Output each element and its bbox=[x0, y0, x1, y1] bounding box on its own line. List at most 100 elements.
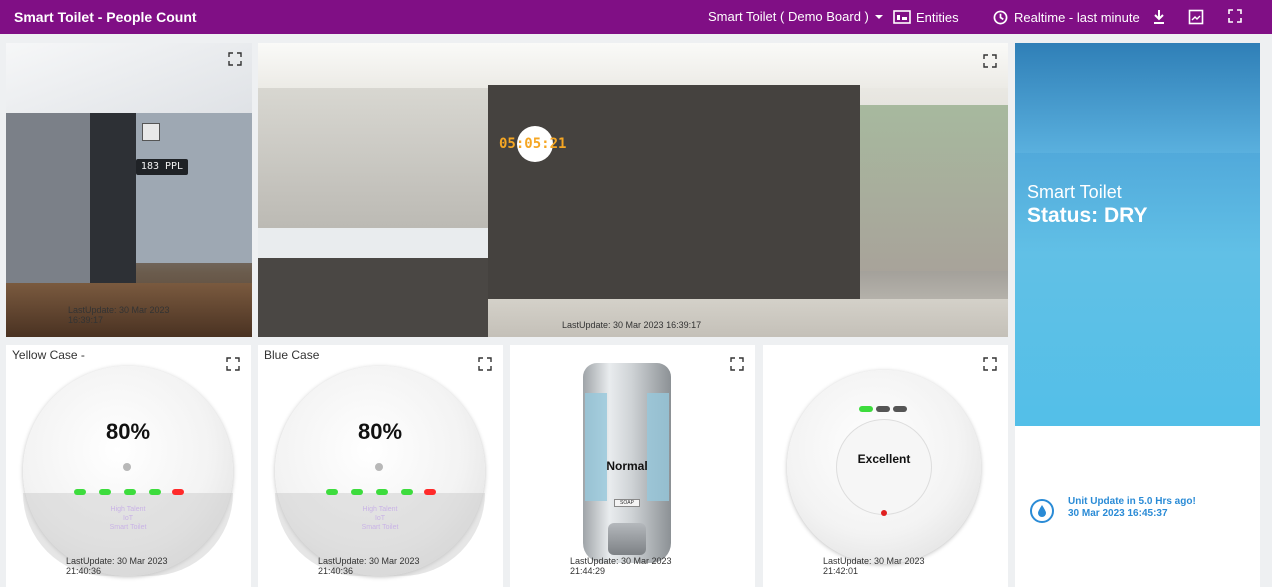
soap-last-update-time: 21:44:29 bbox=[570, 566, 606, 576]
air-last-update-time: 21:42:01 bbox=[823, 566, 859, 576]
expand-icon[interactable] bbox=[228, 52, 242, 66]
timewindow-label: Realtime - last minute bbox=[1014, 9, 1140, 25]
ceiling bbox=[258, 43, 1008, 88]
air-led-red bbox=[881, 510, 887, 516]
entities-label: Entities bbox=[916, 9, 959, 25]
blue-case-percent: 80% bbox=[358, 419, 403, 444]
led-green-4 bbox=[401, 489, 413, 495]
led-red bbox=[172, 489, 184, 495]
soap-level-left bbox=[585, 393, 607, 501]
brand-line-1: High Talent bbox=[362, 506, 398, 513]
brand-line-1: High Talent bbox=[110, 506, 146, 513]
ceiling-area bbox=[6, 43, 252, 113]
caret-down-icon bbox=[874, 14, 883, 19]
air-quality-widget: Excellent LastUpdate: 30 Mar 2023 21:42:… bbox=[763, 345, 1008, 587]
download-button[interactable] bbox=[1152, 9, 1166, 25]
blue-case-label: Blue Case bbox=[264, 348, 320, 362]
blue-case-last-update: LastUpdate: 30 Mar 2023 21:40:36 bbox=[318, 556, 420, 576]
water-drop-icon bbox=[1030, 499, 1054, 523]
blue-case-widget: Blue Case 80% High Talent IoT Smart Toil… bbox=[258, 345, 503, 587]
mirror-wall bbox=[258, 88, 488, 228]
air-sensor-center bbox=[836, 419, 932, 515]
clock-icon bbox=[991, 9, 1009, 25]
toilet-status-widget: Smart Toilet Status: DRY Unit Update in … bbox=[1015, 43, 1260, 587]
led-green-2 bbox=[99, 489, 111, 495]
air-last-update: LastUpdate: 30 Mar 2023 21:42:01 bbox=[823, 556, 925, 576]
status-value: Status: DRY bbox=[1027, 204, 1148, 227]
entities-icon bbox=[893, 9, 911, 25]
water-background bbox=[1015, 43, 1260, 426]
soap-push-button bbox=[608, 523, 646, 555]
expand-icon[interactable] bbox=[226, 357, 240, 371]
entrance-last-update-time: 16:39:17 bbox=[68, 315, 104, 325]
people-counter-display: 183 PPL bbox=[136, 159, 188, 175]
air-led-dark-1 bbox=[876, 406, 890, 412]
download-icon bbox=[1154, 10, 1164, 24]
restroom-clock: 05:05:21 bbox=[499, 136, 567, 152]
brand-line-2: IoT bbox=[374, 515, 386, 522]
soap-level-right bbox=[647, 393, 669, 501]
unit-update-info: Unit Update in 5.0 Hrs ago! 30 Mar 2023 … bbox=[1068, 496, 1196, 520]
entities-button[interactable]: Entities bbox=[893, 9, 959, 25]
status-title: Smart Toilet bbox=[1027, 182, 1122, 202]
led-red bbox=[424, 489, 436, 495]
restroom-sign-icon bbox=[142, 123, 160, 141]
water-ripple bbox=[1015, 43, 1260, 153]
entrance-last-update: LastUpdate: 30 Mar 2023 16:39:17 bbox=[68, 305, 170, 325]
yellow-case-percent: 80% bbox=[106, 419, 151, 444]
sensor-dot bbox=[123, 463, 131, 471]
led-green-1 bbox=[326, 489, 338, 495]
led-green-3 bbox=[124, 489, 136, 495]
yellow-last-update-date: LastUpdate: 30 Mar 2023 bbox=[66, 556, 168, 566]
air-led-dark-2 bbox=[893, 406, 907, 412]
led-green-1 bbox=[74, 489, 86, 495]
brand-line-2: IoT bbox=[122, 515, 134, 522]
image-export-icon bbox=[1188, 9, 1204, 25]
board-selector-label: Smart Toilet ( Demo Board ) bbox=[708, 9, 869, 24]
air-led-green bbox=[859, 406, 873, 412]
air-last-update-date: LastUpdate: 30 Mar 2023 bbox=[823, 556, 925, 566]
entrance-people-count-widget: 183 PPL LastUpdate: 30 Mar 2023 16:39:17 bbox=[6, 43, 252, 337]
top-bar: Smart Toilet - People Count Smart Toilet… bbox=[0, 0, 1272, 34]
yellow-last-update-time: 21:40:36 bbox=[66, 566, 102, 576]
yellow-case-widget: Yellow Case - 80% High Talent IoT Smart … bbox=[6, 345, 251, 587]
led-green-3 bbox=[376, 489, 388, 495]
timewindow-button[interactable]: Realtime - last minute bbox=[991, 9, 1140, 25]
soap-dispenser-widget: Normal SOAP LastUpdate: 30 Mar 2023 21:4… bbox=[510, 345, 755, 587]
expand-icon[interactable] bbox=[983, 54, 997, 68]
sink-counter bbox=[258, 228, 488, 258]
urinal-wall bbox=[860, 105, 1008, 271]
unit-update-time: 30 Mar 2023 16:45:37 bbox=[1068, 508, 1168, 519]
soap-label: SOAP bbox=[614, 499, 640, 507]
blue-last-update-time: 21:40:36 bbox=[318, 566, 354, 576]
restroom-camera-widget: 05:05:21 LastUpdate: 30 Mar 2023 16:39:1… bbox=[258, 43, 1008, 337]
brand-text: High Talent IoT Smart Toilet bbox=[350, 505, 410, 532]
dashboard-title: Smart Toilet - People Count bbox=[14, 9, 197, 25]
led-green-2 bbox=[351, 489, 363, 495]
expand-icon[interactable] bbox=[478, 357, 492, 371]
export-image-button[interactable] bbox=[1188, 9, 1204, 25]
unit-update-ago: Unit Update in 5.0 Hrs ago! bbox=[1068, 496, 1196, 507]
brand-text: High Talent IoT Smart Toilet bbox=[98, 505, 158, 532]
yellow-case-last-update: LastUpdate: 30 Mar 2023 21:40:36 bbox=[66, 556, 168, 576]
fullscreen-button[interactable] bbox=[1228, 9, 1242, 23]
expand-icon[interactable] bbox=[983, 357, 997, 371]
toilet-stalls bbox=[488, 85, 860, 299]
soap-last-update: LastUpdate: 30 Mar 2023 21:44:29 bbox=[570, 556, 672, 576]
brand-line-3: Smart Toilet bbox=[361, 524, 399, 531]
soap-status: Normal bbox=[606, 459, 648, 473]
brand-line-3: Smart Toilet bbox=[109, 524, 147, 531]
floor bbox=[488, 299, 1008, 337]
sensor-dot bbox=[375, 463, 383, 471]
yellow-case-label: Yellow Case - bbox=[12, 348, 85, 362]
doorway bbox=[90, 113, 136, 303]
restroom-last-update: LastUpdate: 30 Mar 2023 16:39:17 bbox=[562, 320, 702, 330]
board-selector[interactable]: Smart Toilet ( Demo Board ) bbox=[708, 9, 884, 24]
air-quality-status: Excellent bbox=[857, 452, 911, 466]
blue-last-update-date: LastUpdate: 30 Mar 2023 bbox=[318, 556, 420, 566]
soap-last-update-date: LastUpdate: 30 Mar 2023 bbox=[570, 556, 672, 566]
led-green-4 bbox=[149, 489, 161, 495]
vanity-cabinet bbox=[258, 258, 488, 337]
fullscreen-icon bbox=[1228, 9, 1242, 23]
expand-icon[interactable] bbox=[730, 357, 744, 371]
